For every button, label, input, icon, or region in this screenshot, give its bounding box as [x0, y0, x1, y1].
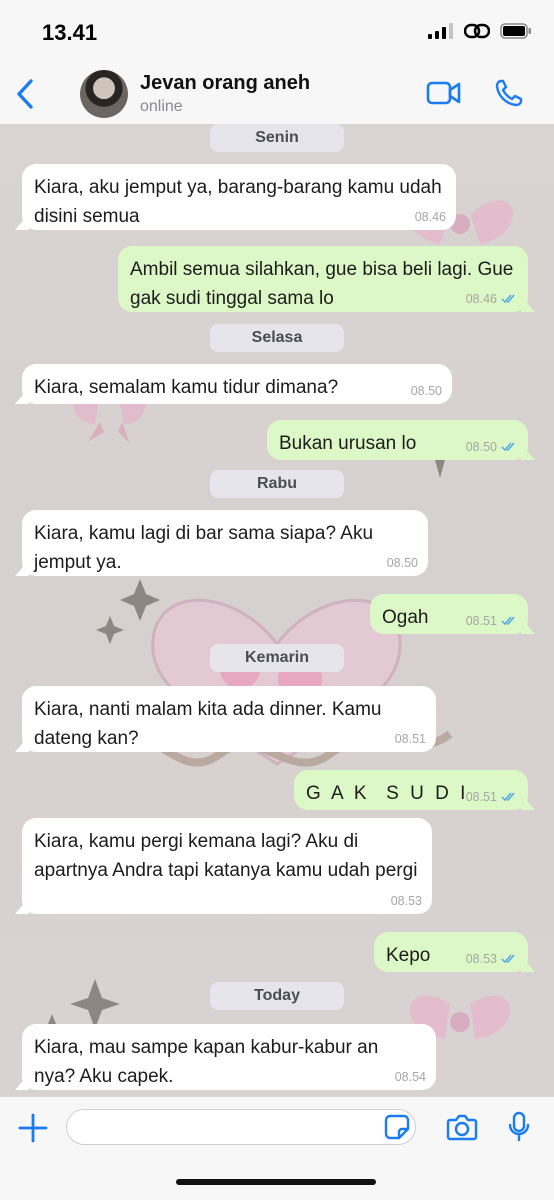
message-text: Kiara, nanti malam kita ada dinner. Kamu…: [34, 699, 382, 749]
battery-icon: [500, 23, 531, 39]
chat-thread[interactable]: Senin Kiara, aku jemput ya, barang-baran…: [0, 124, 554, 1096]
message-text: Ambil semua silahkan, gue bisa beli lagi…: [130, 259, 514, 309]
outgoing-message[interactable]: Bukan urusan lo 08.50: [267, 420, 528, 460]
read-receipt-icon: [501, 616, 515, 626]
signal-icon: [428, 23, 453, 39]
video-call-icon[interactable]: [426, 80, 462, 106]
message-input[interactable]: [66, 1109, 416, 1145]
message-time: 08.51: [465, 614, 497, 628]
date-separator: Today: [210, 982, 344, 1010]
message-time: 08.50: [386, 556, 418, 570]
date-separator: Selasa: [210, 324, 344, 352]
contact-presence: online: [140, 98, 183, 115]
date-separator: Senin: [210, 124, 344, 152]
read-receipt-icon: [501, 954, 515, 964]
link-icon: [464, 23, 490, 39]
message-text: Kiara, kamu lagi di bar sama siapa? Aku …: [34, 523, 374, 573]
outgoing-message[interactable]: G A K S U D I 08.51: [294, 770, 528, 810]
incoming-message[interactable]: Kiara, mau sampe kapan kabur-kabur an ny…: [22, 1024, 436, 1090]
message-time: 08.51: [465, 790, 497, 804]
read-receipt-icon: [501, 294, 515, 304]
message-text: Kepo: [386, 945, 431, 966]
incoming-message[interactable]: Kiara, nanti malam kita ada dinner. Kamu…: [22, 686, 436, 752]
message-time: 08.54: [394, 1070, 426, 1084]
message-time: 08.50: [410, 384, 442, 398]
status-time: 13.41: [42, 20, 98, 45]
message-time: 08.53: [390, 894, 422, 908]
status-icons: [428, 22, 532, 40]
message-meta: 08.51: [395, 732, 426, 746]
plus-icon[interactable]: [18, 1113, 48, 1143]
contact-name[interactable]: Jevan orang aneh: [140, 72, 310, 95]
outgoing-message[interactable]: Ambil semua silahkan, gue bisa beli lagi…: [118, 246, 528, 312]
incoming-message[interactable]: Kiara, kamu lagi di bar sama siapa? Aku …: [22, 510, 428, 576]
message-meta: 08.46: [415, 210, 446, 224]
incoming-message[interactable]: Kiara, kamu pergi kemana lagi? Aku di ap…: [22, 818, 432, 914]
message-time: 08.53: [465, 952, 497, 966]
home-indicator[interactable]: [176, 1179, 376, 1185]
phone-icon[interactable]: [494, 78, 524, 108]
message-text: Kiara, aku jemput ya, barang-barang kamu…: [34, 177, 442, 227]
message-meta: 08.54: [395, 1070, 426, 1084]
incoming-message[interactable]: Kiara, aku jemput ya, barang-barang kamu…: [22, 164, 456, 230]
camera-icon[interactable]: [446, 1113, 478, 1141]
message-meta: 08.46: [466, 292, 518, 306]
message-meta: 08.53: [391, 894, 422, 908]
contact-avatar[interactable]: [80, 70, 128, 118]
message-meta: 08.51: [466, 614, 518, 628]
message-text: G A K S U D I: [306, 783, 469, 804]
message-composer: [0, 1096, 554, 1200]
outgoing-message[interactable]: Ogah 08.51: [370, 594, 528, 634]
message-meta: 08.50: [466, 440, 518, 454]
message-meta: 08.50: [411, 384, 442, 398]
back-chevron-icon[interactable]: [14, 76, 38, 112]
status-bar: 13.41: [0, 0, 554, 64]
date-separator: Rabu: [210, 470, 344, 498]
message-time: 08.51: [394, 732, 426, 746]
message-time: 08.50: [465, 440, 497, 454]
message-text: Kiara, semalam kamu tidur dimana?: [34, 377, 339, 398]
message-time: 08.46: [414, 210, 446, 224]
message-time: 08.46: [465, 292, 497, 306]
chat-header: Jevan orang aneh online: [0, 64, 554, 124]
incoming-message[interactable]: Kiara, semalam kamu tidur dimana? 08.50: [22, 364, 452, 404]
message-text: Kiara, mau sampe kapan kabur-kabur an ny…: [34, 1037, 379, 1087]
message-text: Kiara, kamu pergi kemana lagi? Aku di ap…: [34, 831, 418, 881]
sticker-icon[interactable]: [384, 1114, 410, 1140]
read-receipt-icon: [501, 792, 515, 802]
read-receipt-icon: [501, 442, 515, 452]
message-meta: 08.53: [466, 952, 518, 966]
message-meta: 08.51: [466, 790, 518, 804]
outgoing-message[interactable]: Kepo 08.53: [374, 932, 528, 972]
message-text: Bukan urusan lo: [279, 433, 417, 454]
message-meta: 08.50: [387, 556, 418, 570]
microphone-icon[interactable]: [508, 1111, 530, 1143]
date-separator: Kemarin: [210, 644, 344, 672]
message-text: Ogah: [382, 607, 429, 628]
